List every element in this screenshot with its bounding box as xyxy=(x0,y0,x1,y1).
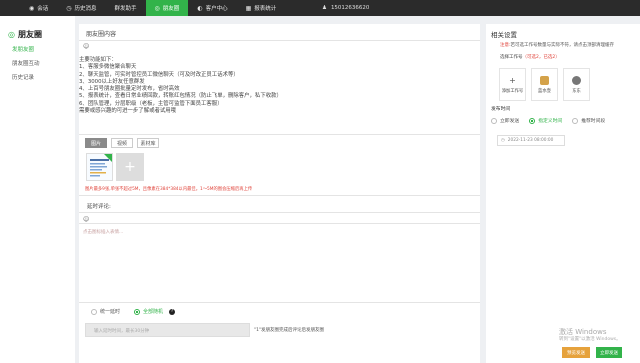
sidebar: ◎ 朋友圈 发朋友圈 朋友圈互动 历史记录 xyxy=(0,16,75,363)
user-account[interactable]: ♟ 15012636620 xyxy=(322,0,369,16)
section-title: 朋友圈内容 xyxy=(86,31,117,38)
add-image-button[interactable]: + xyxy=(116,153,144,181)
content-line: 5、报表统计，查看日常业绩回款，转账红包情况（防止飞单，删除客户，私下收款） xyxy=(79,93,282,100)
tab-video[interactable]: 视频 xyxy=(111,138,133,148)
comment-title: 延时评论: xyxy=(87,204,111,210)
settings-panel: 相关设置 注意:若可选工作号数量与实际不符，请点击顶部清理缓存 选择工作号（可选… xyxy=(486,24,640,363)
sidebar-item-history[interactable]: 历史记录 xyxy=(12,71,75,85)
windows-activation-watermark: 激活 Windows 转到"设置"以激活 Windows。 xyxy=(559,328,621,342)
plus-icon: + xyxy=(124,159,136,175)
delay-options: 统一延时 全部随机 ? xyxy=(91,308,176,315)
delay-random-radio[interactable]: 全部随机 xyxy=(134,308,163,315)
sidebar-item-post-moments[interactable]: 发朋友圈 xyxy=(12,43,75,57)
send-custom-radio[interactable]: 指定义时间 xyxy=(529,117,562,124)
publish-date-picker[interactable]: ◷ 2022-11-23 08:00:00 xyxy=(497,135,565,146)
sidebar-title: ◎ 朋友圈 xyxy=(8,30,42,39)
selected-check-icon xyxy=(104,154,112,162)
send-recommended-radio[interactable]: 推荐时间段 xyxy=(572,117,605,124)
delay-hint: "1"发朋友圈完成后评论后发朋友圈 xyxy=(254,328,325,333)
content-line: 6、团队管理，分层职级（老板，主管可监管下面员工客服） xyxy=(79,100,223,107)
user-phone: 15012636620 xyxy=(330,5,370,11)
moments-icon: ◎ xyxy=(154,4,160,12)
media-tabs: 图片 视频 素材库 xyxy=(85,138,159,148)
emoji-icon[interactable]: ☺ xyxy=(83,43,89,50)
delay-uniform-radio[interactable]: 统一延时 xyxy=(91,308,120,315)
send-time-options: 立即发送 指定义时间 推荐时间段 xyxy=(491,117,605,124)
nav-item-2[interactable]: 群发助手 xyxy=(106,0,146,16)
notice-text: 注意:若可选工作号数量与实际不符，请点击顶部清理缓存 xyxy=(500,43,615,48)
nav-item-1[interactable]: ◷ 历史消息 xyxy=(57,0,105,16)
content-line: 主要功能如下： xyxy=(79,57,117,63)
customer-icon: ◐ xyxy=(197,4,203,12)
moments-icon: ◎ xyxy=(8,30,15,39)
nav-item-4[interactable]: ◐ 客户中心 xyxy=(188,0,236,16)
radio-icon xyxy=(91,308,97,315)
content-line: 2、聊天监管，可实时管控员工微信聊天（可及时改正员工话术等） xyxy=(79,71,239,78)
avatar xyxy=(572,75,581,85)
nav-item-3[interactable]: ◎ 朋友圈 xyxy=(145,0,189,16)
tab-image[interactable]: 图片 xyxy=(85,138,107,148)
report-icon: ▦ xyxy=(245,4,252,12)
moments-editor-panel: 朋友圈内容 ☺ 主要功能如下： 1、客服多微信聚合聊天 2、聊天监管，可实时管控员工… xyxy=(79,24,480,363)
radio-checked-icon xyxy=(529,117,536,124)
publish-time-label: 发布时间 xyxy=(491,107,511,112)
help-icon[interactable]: ? xyxy=(169,308,176,315)
user-icon: ♟ xyxy=(322,5,327,11)
account-select-label: 选择工作号（可选2，已选2） xyxy=(500,55,560,60)
content-text[interactable]: 主要功能如下： 1、客服多微信聚合聊天 2、聊天监管，可实时管控员工微信聊天（可及时… xyxy=(79,57,480,115)
radio-checked-icon xyxy=(134,308,141,315)
content-line: 需要或感兴趣的可进一步了解或者试用哦 xyxy=(79,108,177,115)
settings-title: 相关设置 xyxy=(491,31,517,39)
radio-icon xyxy=(572,117,579,124)
account-cards: + 添加工作号 蓝水壶 东东 xyxy=(499,68,590,101)
radio-icon xyxy=(491,117,497,124)
account-card[interactable]: 蓝水壶 xyxy=(531,68,558,101)
comment-input[interactable]: 点击图标插入表情... xyxy=(83,229,123,235)
content-line: 1、客服多微信聚合聊天 xyxy=(79,64,137,71)
add-account-card[interactable]: + 添加工作号 xyxy=(499,68,526,101)
send-now-button[interactable]: 立即发送 xyxy=(596,347,622,358)
uploaded-image-thumbnail[interactable] xyxy=(86,153,113,181)
account-card[interactable]: 东东 xyxy=(563,68,590,101)
plus-icon: + xyxy=(509,75,516,85)
upload-warning: 图片最多9张,单张不超过5M，且像素在384*384以内最佳。1～5M的图会压缩… xyxy=(85,187,253,192)
send-now-radio[interactable]: 立即发送 xyxy=(491,117,519,124)
history-icon: ◷ xyxy=(66,4,72,12)
comment-emoji-icon[interactable]: ☺ xyxy=(83,216,89,223)
nav-item-5[interactable]: ▦ 报表统计 xyxy=(237,0,286,16)
nav-item-0[interactable]: ◉ 会话 xyxy=(20,0,57,16)
avatar xyxy=(540,75,549,85)
clock-icon: ◷ xyxy=(501,138,505,143)
delay-time-input[interactable]: 输入延时时间，最长30分钟 xyxy=(85,323,250,337)
schedule-send-button[interactable]: 预览发送 xyxy=(562,347,590,358)
chat-icon: ◉ xyxy=(29,4,35,12)
top-nav-bar: ◉ 会话 ◷ 历史消息 群发助手 ◎ 朋友圈 ◐ 客户中心 ▦ 报表统计 ♟ 15012636620 xyxy=(0,0,640,16)
sidebar-item-moments-interaction[interactable]: 朋友圈互动 xyxy=(12,57,75,71)
tab-material[interactable]: 素材库 xyxy=(137,138,159,148)
